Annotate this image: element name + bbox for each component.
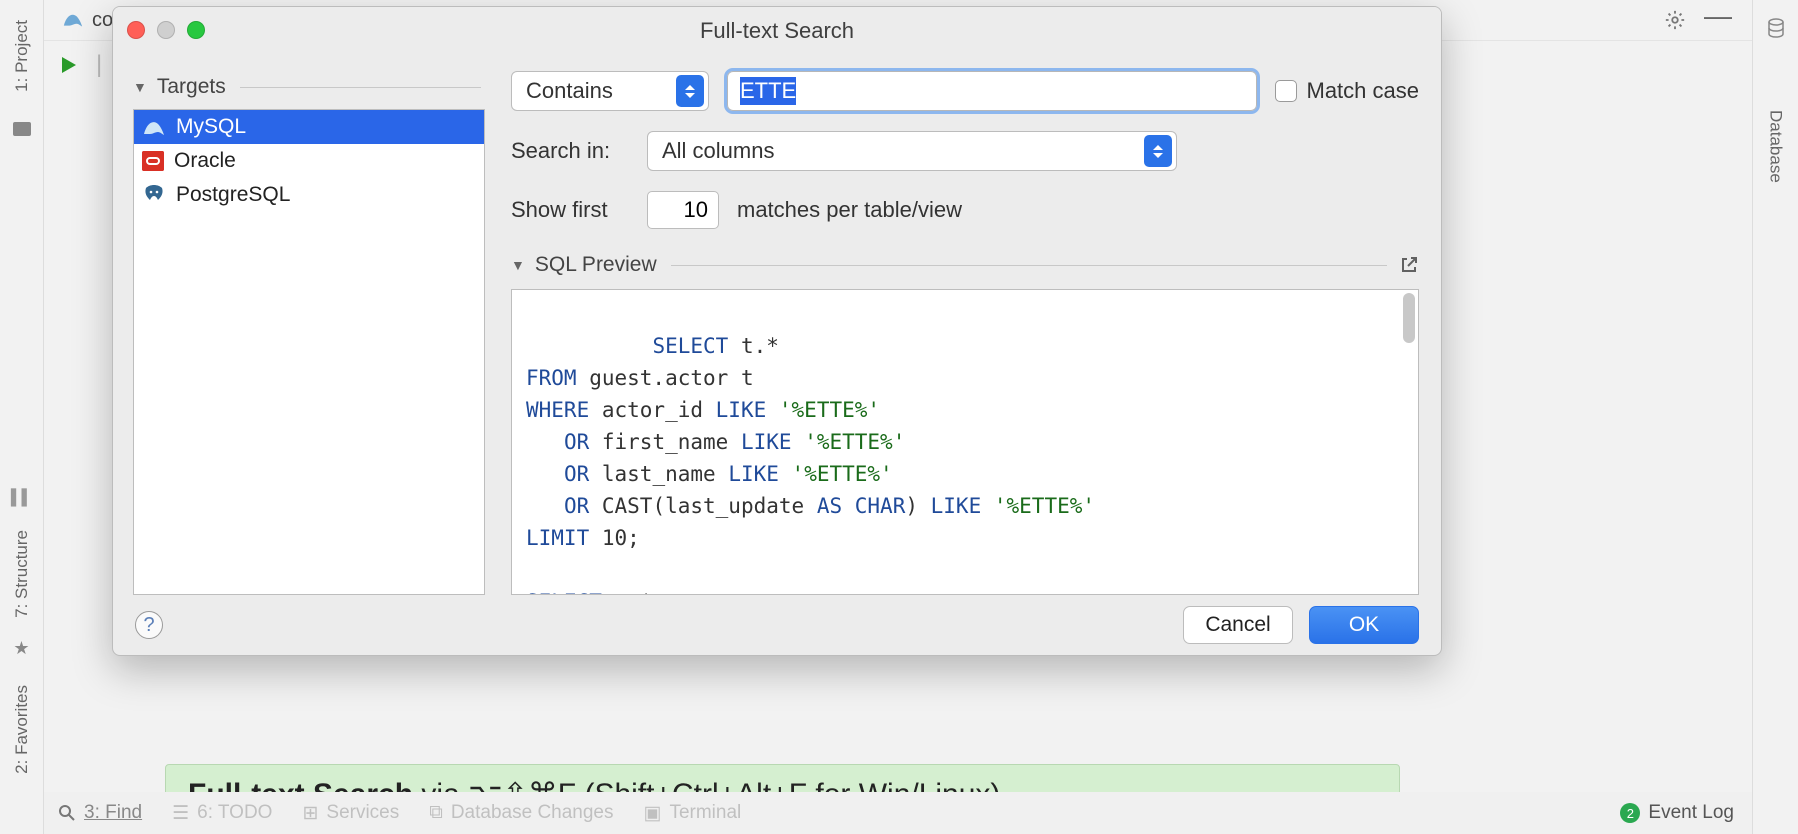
database-tool-button[interactable]: Database	[1766, 110, 1786, 183]
diff-icon: ⧉	[429, 802, 443, 824]
event-log-label: Event Log	[1648, 802, 1734, 824]
bottom-tool-bar: 3: Find ☰ 6: TODO ⊞ Services ⧉ Database …	[44, 792, 1752, 834]
mysql-icon	[142, 116, 166, 138]
target-label: PostgreSQL	[176, 183, 290, 207]
form-panel: Contains ETTE Match case Search in: All …	[485, 55, 1441, 595]
db-changes-tool-button[interactable]: ⧉ Database Changes	[429, 802, 613, 824]
todo-icon: ☰	[172, 802, 189, 825]
find-label: 3: Find	[84, 802, 142, 823]
event-log-button[interactable]: 2 Event Log	[1620, 792, 1752, 834]
ide-background: 1: Project ▌▌ 7: Structure ★ 2: Favorite…	[0, 0, 1798, 834]
postgresql-icon	[142, 184, 166, 206]
dialog-titlebar[interactable]: Full-text Search	[113, 7, 1441, 55]
todo-label: 6: TODO	[197, 802, 272, 824]
sql-preview-header[interactable]: ▼ SQL Preview	[511, 253, 1419, 277]
search-icon	[58, 804, 76, 822]
target-mysql[interactable]: MySQL	[134, 110, 484, 144]
cancel-button[interactable]: Cancel	[1183, 606, 1293, 644]
favorites-tool-button[interactable]: 2: Favorites	[12, 677, 32, 782]
chevron-down-icon: ▼	[511, 257, 525, 273]
terminal-icon: ▣	[644, 802, 662, 825]
notification-badge: 2	[1620, 803, 1640, 823]
services-label: Services	[326, 802, 399, 824]
targets-header[interactable]: ▼ Targets	[125, 71, 485, 109]
oracle-icon	[142, 151, 164, 171]
search-in-label: Search in:	[511, 138, 629, 164]
search-input[interactable]: ETTE	[727, 71, 1257, 111]
services-tool-button[interactable]: ⊞ Services	[302, 802, 399, 825]
services-icon: ⊞	[302, 802, 318, 825]
match-case-label: Match case	[1307, 78, 1420, 104]
sql-preview-box[interactable]: SELECT t.* FROM guest.actor t WHERE acto…	[511, 289, 1419, 595]
toolbar-separator: |	[96, 51, 102, 79]
match-mode-select[interactable]: Contains	[511, 71, 709, 111]
find-tool-button[interactable]: 3: Find	[58, 802, 142, 824]
right-tool-rail: Database	[1752, 0, 1798, 834]
minimize-window-button[interactable]	[157, 21, 175, 39]
target-label: MySQL	[176, 115, 246, 139]
search-in-value: All columns	[662, 138, 1144, 164]
popout-icon[interactable]	[1399, 255, 1419, 275]
sql-preview-label: SQL Preview	[535, 253, 657, 277]
dialog-title: Full-text Search	[700, 18, 854, 44]
match-case-checkbox[interactable]: Match case	[1275, 78, 1420, 104]
minimize-icon[interactable]: —	[1704, 0, 1732, 32]
terminal-label: Terminal	[669, 802, 741, 824]
scrollbar-thumb[interactable]	[1403, 293, 1415, 343]
structure-icon: ▌▌	[11, 489, 32, 506]
star-icon: ★	[13, 638, 29, 659]
ok-button[interactable]: OK	[1309, 606, 1419, 644]
db-changes-label: Database Changes	[451, 802, 614, 824]
structure-tool-button[interactable]: 7: Structure	[12, 522, 32, 626]
search-in-select[interactable]: All columns	[647, 131, 1177, 171]
close-window-button[interactable]	[127, 21, 145, 39]
show-first-suffix: matches per table/view	[737, 197, 962, 223]
checkbox-icon	[1275, 80, 1297, 102]
chevron-down-icon: ▼	[133, 79, 147, 95]
folder-icon	[13, 122, 31, 136]
targets-panel: ▼ Targets MySQL Oracle	[113, 55, 485, 595]
zoom-window-button[interactable]	[187, 21, 205, 39]
terminal-tool-button[interactable]: ▣ Terminal	[644, 802, 742, 825]
mysql-icon	[62, 10, 84, 30]
targets-list[interactable]: MySQL Oracle PostgreSQL	[133, 109, 485, 595]
run-button[interactable]	[56, 53, 80, 77]
top-right-toolbar: —	[1664, 0, 1752, 40]
targets-label: Targets	[157, 75, 226, 99]
show-first-input[interactable]	[647, 191, 719, 229]
target-label: Oracle	[174, 149, 236, 173]
dialog-footer: ? Cancel OK	[113, 595, 1441, 655]
target-oracle[interactable]: Oracle	[134, 144, 484, 178]
project-tool-button[interactable]: 1: Project	[12, 12, 32, 100]
target-postgresql[interactable]: PostgreSQL	[134, 178, 484, 212]
search-term-highlight: ETTE	[740, 77, 796, 105]
database-icon	[1767, 18, 1785, 38]
select-arrows-icon	[1144, 135, 1172, 167]
full-text-search-dialog: Full-text Search ▼ Targets MySQL	[112, 6, 1442, 656]
todo-tool-button[interactable]: ☰ 6: TODO	[172, 802, 272, 825]
select-arrows-icon	[676, 75, 704, 107]
help-button[interactable]: ?	[135, 611, 163, 639]
left-tool-rail: 1: Project ▌▌ 7: Structure ★ 2: Favorite…	[0, 0, 44, 834]
match-mode-value: Contains	[526, 78, 676, 104]
gear-icon[interactable]	[1664, 9, 1686, 31]
window-controls	[127, 21, 205, 39]
show-first-label: Show first	[511, 197, 629, 223]
